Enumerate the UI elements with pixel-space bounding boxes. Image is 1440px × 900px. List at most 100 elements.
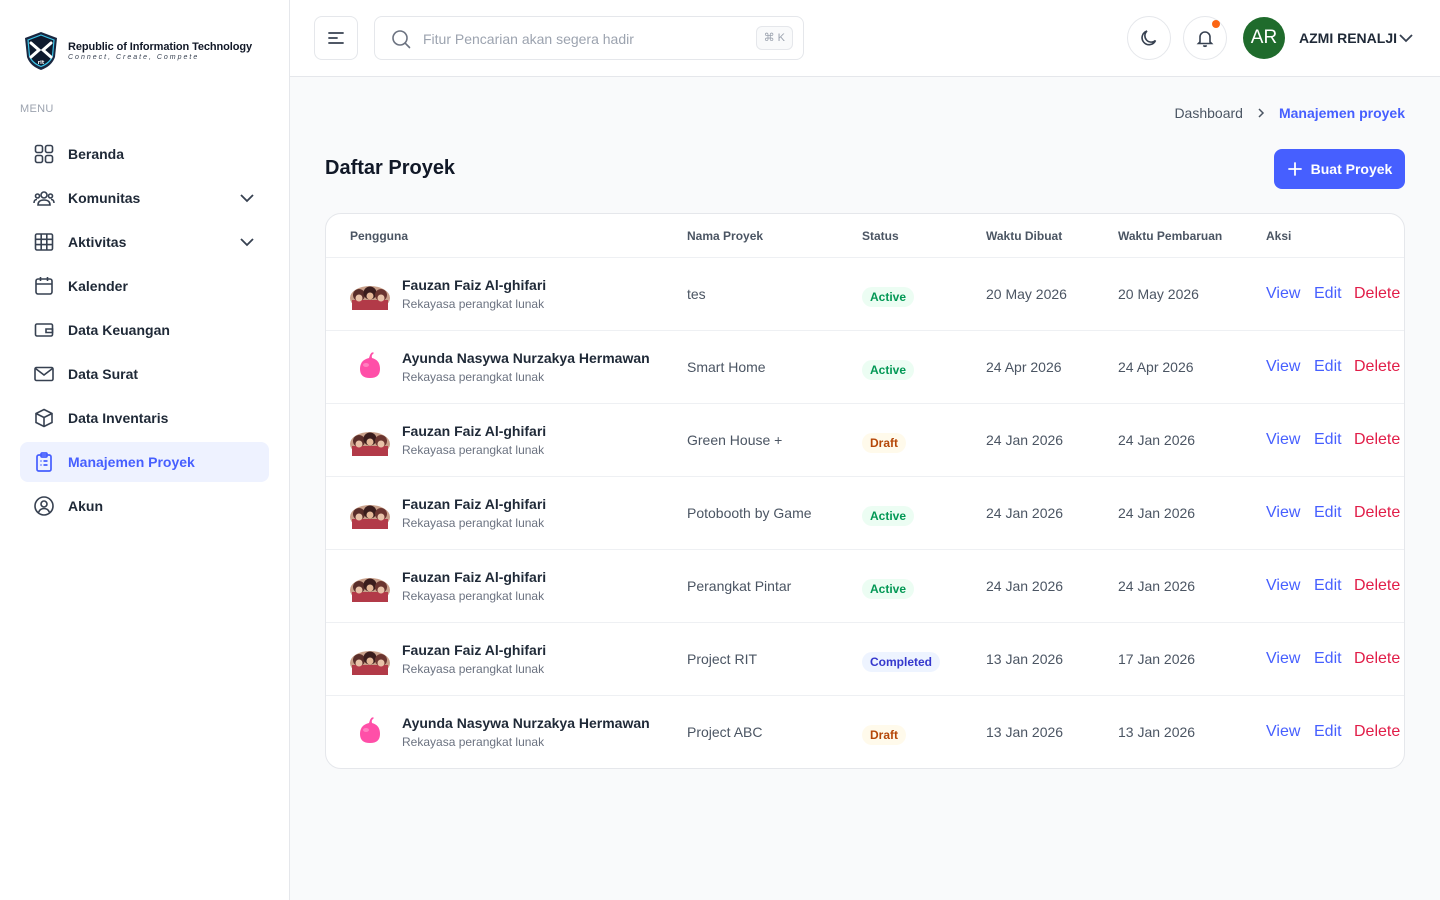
sidebar-nav: Beranda Komunitas Aktivitas Kalender Dat… bbox=[20, 134, 269, 530]
table-row: Fauzan Faiz Al-ghifari Rekayasa perangkat… bbox=[326, 404, 1404, 477]
table-row: Fauzan Faiz Al-ghifari Rekayasa perangkat… bbox=[326, 623, 1404, 696]
project-name-cell: Project ABC bbox=[687, 724, 763, 740]
delete-link[interactable]: Delete bbox=[1354, 358, 1400, 376]
user-avatar[interactable]: AR bbox=[1243, 17, 1285, 59]
updated-date-cell: 13 Jan 2026 bbox=[1118, 724, 1196, 740]
user-name[interactable]: AZMI RENALJI bbox=[1299, 30, 1397, 46]
user-role-cell: Rekayasa perangkat lunak bbox=[402, 297, 545, 311]
column-header-updated: Waktu Pembaruan bbox=[1118, 229, 1223, 243]
chevron-down-icon[interactable] bbox=[1398, 30, 1414, 46]
edit-link[interactable]: Edit bbox=[1314, 431, 1342, 449]
sidebar-item-label: Data Inventaris bbox=[68, 410, 169, 426]
created-date-cell: 24 Jan 2026 bbox=[986, 505, 1064, 521]
box-icon bbox=[33, 407, 55, 429]
sidebar-item-akun[interactable]: Akun bbox=[20, 486, 269, 526]
search-input[interactable]: Fitur Pencarian akan segera hadir bbox=[423, 31, 634, 47]
view-link[interactable]: View bbox=[1266, 723, 1300, 741]
sidebar-item-label: Kalender bbox=[68, 278, 128, 294]
notifications-button[interactable] bbox=[1183, 16, 1227, 60]
user-name-cell: Fauzan Faiz Al-ghifari bbox=[402, 277, 547, 293]
breadcrumb-current: Manajemen proyek bbox=[1278, 105, 1405, 121]
top-header: Fitur Pencarian akan segera hadir ⌘ K AR… bbox=[290, 0, 1440, 77]
project-name-cell: Smart Home bbox=[687, 359, 766, 375]
created-date-cell: 13 Jan 2026 bbox=[986, 724, 1064, 740]
clipboard-icon bbox=[33, 451, 55, 473]
column-header-project: Nama Proyek bbox=[687, 229, 764, 243]
table-body: Fauzan Faiz Al-ghifari Rekayasa perangkat… bbox=[326, 258, 1404, 768]
breadcrumb: Dashboard Manajemen proyek bbox=[1174, 105, 1405, 121]
sidebar-item-data-keuangan[interactable]: Data Keuangan bbox=[20, 310, 269, 350]
status-badge: Active bbox=[862, 506, 915, 526]
table-row: Ayunda Nasywa Nurzakya Hermawan Rekayasa … bbox=[326, 331, 1404, 404]
edit-link[interactable]: Edit bbox=[1314, 504, 1342, 522]
sidebar-item-label: Komunitas bbox=[68, 190, 141, 206]
delete-link[interactable]: Delete bbox=[1354, 577, 1400, 595]
brand[interactable]: rit Republic of Information Technology C… bbox=[22, 31, 252, 71]
user-role-cell: Rekayasa perangkat lunak bbox=[402, 443, 545, 457]
sidebar-item-aktivitas[interactable]: Aktivitas bbox=[20, 222, 269, 262]
created-date-cell: 24 Jan 2026 bbox=[986, 578, 1064, 594]
sidebar-item-komunitas[interactable]: Komunitas bbox=[20, 178, 269, 218]
user-name-cell: Fauzan Faiz Al-ghifari bbox=[402, 496, 547, 512]
table-row: Fauzan Faiz Al-ghifari Rekayasa perangkat… bbox=[326, 477, 1404, 550]
user-name-cell: Ayunda Nasywa Nurzakya Hermawan bbox=[402, 350, 650, 366]
sidebar-item-beranda[interactable]: Beranda bbox=[20, 134, 269, 174]
delete-link[interactable]: Delete bbox=[1354, 504, 1400, 522]
delete-link[interactable]: Delete bbox=[1354, 431, 1400, 449]
calendar-icon bbox=[33, 275, 55, 297]
sidebar-item-label: Data Surat bbox=[68, 366, 139, 382]
sidebar-item-data-surat[interactable]: Data Surat bbox=[20, 354, 269, 394]
project-name-cell: Project RIT bbox=[687, 651, 758, 667]
delete-link[interactable]: Delete bbox=[1354, 723, 1400, 741]
view-link[interactable]: View bbox=[1266, 285, 1300, 303]
edit-link[interactable]: Edit bbox=[1314, 723, 1342, 741]
plus-icon bbox=[1287, 162, 1302, 176]
user-circle-icon bbox=[33, 495, 55, 517]
table-header: Pengguna Nama Proyek Status Waktu Dibuat… bbox=[326, 214, 1404, 258]
edit-link[interactable]: Edit bbox=[1314, 577, 1342, 595]
user-blob-avatar bbox=[360, 352, 380, 378]
chevron-down-icon bbox=[240, 194, 254, 203]
mail-icon bbox=[33, 363, 55, 385]
view-link[interactable]: View bbox=[1266, 577, 1300, 595]
sidebar-item-label: Data Keuangan bbox=[68, 322, 170, 338]
project-name-cell: Perangkat Pintar bbox=[687, 578, 792, 594]
updated-date-cell: 24 Apr 2026 bbox=[1118, 359, 1194, 375]
created-date-cell: 24 Jan 2026 bbox=[986, 432, 1064, 448]
user-role-cell: Rekayasa perangkat lunak bbox=[402, 735, 545, 749]
view-link[interactable]: View bbox=[1266, 650, 1300, 668]
user-role-cell: Rekayasa perangkat lunak bbox=[402, 589, 545, 603]
sidebar-item-manajemen-proyek[interactable]: Manajemen Proyek bbox=[20, 442, 269, 482]
updated-date-cell: 24 Jan 2026 bbox=[1118, 505, 1196, 521]
sidebar-item-label: Akun bbox=[68, 498, 103, 514]
chevron-right-icon bbox=[1258, 108, 1264, 118]
view-link[interactable]: View bbox=[1266, 358, 1300, 376]
notification-dot bbox=[1212, 20, 1220, 28]
edit-link[interactable]: Edit bbox=[1314, 358, 1342, 376]
projects-table: Pengguna Nama Proyek Status Waktu Dibuat… bbox=[325, 213, 1405, 769]
search-box[interactable]: Fitur Pencarian akan segera hadir ⌘ K bbox=[374, 16, 804, 60]
sidebar-item-label: Beranda bbox=[68, 146, 125, 162]
status-badge: Draft bbox=[862, 725, 907, 745]
chevron-down-icon bbox=[240, 238, 254, 247]
create-project-label: Buat Proyek bbox=[1310, 161, 1393, 177]
sidebar-item-kalender[interactable]: Kalender bbox=[20, 266, 269, 306]
view-link[interactable]: View bbox=[1266, 431, 1300, 449]
edit-link[interactable]: Edit bbox=[1314, 650, 1342, 668]
menu-title: MENU bbox=[20, 103, 54, 115]
grid-icon bbox=[33, 143, 55, 165]
create-project-button[interactable]: Buat Proyek bbox=[1274, 149, 1405, 189]
table-row: Fauzan Faiz Al-ghifari Rekayasa perangkat… bbox=[326, 258, 1404, 331]
edit-link[interactable]: Edit bbox=[1314, 285, 1342, 303]
user-role-cell: Rekayasa perangkat lunak bbox=[402, 516, 545, 530]
delete-link[interactable]: Delete bbox=[1354, 650, 1400, 668]
brand-tagline: Connect, Create, Compete bbox=[68, 54, 200, 61]
user-photo-avatar bbox=[350, 430, 390, 460]
sidebar-toggle-button[interactable] bbox=[314, 16, 358, 60]
sidebar-item-data-inventaris[interactable]: Data Inventaris bbox=[20, 398, 269, 438]
delete-link[interactable]: Delete bbox=[1354, 285, 1400, 303]
theme-toggle-button[interactable] bbox=[1127, 16, 1171, 60]
column-header-user: Pengguna bbox=[350, 229, 409, 243]
breadcrumb-home-link[interactable]: Dashboard bbox=[1174, 105, 1243, 121]
view-link[interactable]: View bbox=[1266, 504, 1300, 522]
